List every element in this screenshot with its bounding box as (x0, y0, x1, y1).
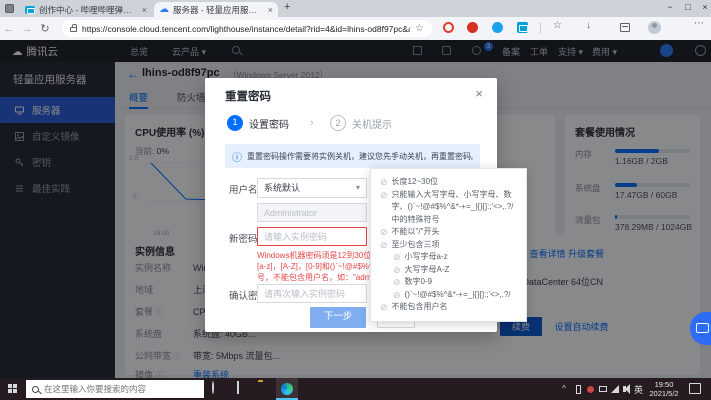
tencent-console: ☁ 腾讯云 总览 云产品 ▾ 3 备案 工单 支持 ▾ 费用 ▾ 轻量应用服务器 … (0, 40, 711, 380)
extension-bilibili-icon[interactable] (517, 22, 528, 33)
step-shutdown-notice: 2 关机提示 (330, 115, 392, 131)
extension-blue-icon[interactable] (492, 22, 503, 33)
step2-number: 2 (330, 115, 346, 131)
bilibili-favicon-icon (25, 5, 35, 14)
window-close-button[interactable]: × (697, 0, 711, 16)
chevron-down-icon: ▾ (355, 183, 360, 192)
step1-label: 设置密码 (249, 119, 289, 131)
step-set-password: 1 设置密码 (227, 115, 289, 131)
tab-close-icon[interactable]: × (268, 5, 273, 15)
cloud-favicon-icon: ☁ (159, 3, 169, 15)
circle-slash-icon: ⊘ (380, 227, 388, 237)
back-icon[interactable]: ← (0, 23, 18, 35)
shutdown-alert: ⓘ 重置密码操作需要将实例关机，建议您先手动关机，再重置密码。 (225, 144, 480, 168)
username-label: 用户名 (229, 185, 258, 196)
browser-tabstrip: 创作中心 - 哔哩哔哩弹幕视频网 × ☁ 服务器 - 轻量应用服务器 - 控制台… (0, 0, 711, 17)
username-select[interactable]: 系统默认 ▾ (257, 178, 367, 198)
window-maximize-button[interactable]: □ (680, 0, 696, 16)
tab-title: 服务器 - 轻量应用服务器 - 控制台 (173, 4, 264, 15)
taskbar-search[interactable] (26, 380, 204, 398)
circle-slash-icon: ⊘ (380, 302, 388, 312)
time: 19:50 (654, 380, 674, 389)
circle-slash-icon: ⊘ (380, 177, 388, 187)
new-tab-button[interactable]: + (284, 1, 290, 13)
favorites-icon[interactable]: ☆ (553, 20, 562, 31)
rule-lowercase: ⊘ 小写字母a-z (393, 252, 448, 262)
step1-number: 1 (227, 115, 243, 131)
circle-slash-icon: ⊘ (393, 289, 401, 300)
toolbar-divider (540, 22, 541, 34)
bookmark-star-icon[interactable]: ☆ (415, 23, 424, 34)
downloads-icon[interactable]: ↓ (586, 20, 591, 31)
browser-addressbar: ← → ↻ https://console.cloud.tencent.com/… (0, 17, 711, 40)
cortana-icon[interactable] (212, 381, 214, 394)
browser-menu-icon[interactable]: ⋯ (694, 18, 704, 29)
rule-uppercase: ⊘ 大写字母A-Z (393, 264, 450, 275)
browser-profile-avatar[interactable] (648, 21, 661, 34)
start-button[interactable] (8, 384, 18, 394)
new-password-label: 新密码 (229, 234, 258, 245)
battery-icon[interactable] (576, 385, 581, 394)
window-minimize-button[interactable]: − (662, 0, 678, 16)
taskbar-search-input[interactable] (44, 384, 194, 394)
alert-text: 重置密码操作需要将实例关机，建议您先手动关机，再重置密码。 (247, 151, 473, 161)
circle-slash-icon: ⊘ (380, 189, 388, 200)
password-rules-tooltip: ⊘ 长度12~30位 ⊘ 只能输入大写字母、小写字母、数字、()`~!@#$%^&*… (370, 168, 527, 322)
network-icon[interactable] (611, 385, 619, 393)
tray-expand-icon[interactable]: ^ (562, 384, 566, 393)
clock[interactable]: 19:50 2021/5/2 (648, 380, 680, 398)
collections-icon[interactable] (620, 23, 630, 32)
forward-icon[interactable]: → (18, 23, 36, 35)
extension-opera-icon[interactable] (443, 22, 454, 33)
tab-close-icon[interactable]: × (142, 5, 147, 15)
step-arrow-icon: › (310, 117, 314, 129)
camera-icon[interactable] (599, 386, 607, 392)
next-step-button[interactable]: 下一步 (310, 307, 366, 328)
rule-no-slash: ⊘ 不能以"/"开头 (380, 227, 440, 237)
tab-title: 创作中心 - 哔哩哔哩弹幕视频网 (39, 4, 138, 15)
confirm-password-input[interactable] (257, 284, 367, 303)
rule-digits: ⊘ 数字0-9 (393, 277, 433, 287)
info-icon: ⓘ (232, 152, 242, 164)
modal-title: 重置密码 (225, 91, 271, 103)
rule-three-kinds: ⊘ 至少包含三项 (380, 239, 440, 250)
browser-tab-console[interactable]: ☁ 服务器 - 轻量应用服务器 - 控制台 × (154, 2, 278, 17)
circle-slash-icon: ⊘ (393, 264, 401, 275)
circle-slash-icon: ⊘ (393, 277, 401, 287)
site-security-icon[interactable] (70, 24, 77, 32)
circle-slash-icon: ⊘ (393, 252, 401, 262)
search-icon (32, 385, 39, 393)
tray-app-icon[interactable] (587, 386, 594, 393)
action-center-icon[interactable] (689, 383, 701, 394)
volume-icon[interactable] (623, 384, 630, 394)
task-view-icon[interactable] (237, 381, 239, 394)
rule-no-username: ⊘ 不能包含用户名 (380, 302, 448, 312)
fixed-username-input (257, 203, 367, 222)
date: 2021/5/2 (649, 389, 679, 398)
rule-charset: ⊘ 只能输入大写字母、小写字母、数字、()`~!@#$%^&*-+=_|{}[]:… (380, 189, 517, 227)
rule-specials: ⊘ ()`~!@#$%^&*-+=_|{}[]:;'<>,.?/ (393, 289, 511, 300)
step2-label: 关机提示 (352, 119, 392, 131)
url-text[interactable]: https://console.cloud.tencent.com/lighth… (82, 24, 410, 34)
refresh-icon[interactable]: ↻ (36, 22, 54, 35)
tab-actions-icon[interactable] (5, 4, 14, 13)
edge-taskbar-button[interactable] (276, 378, 298, 400)
windows-taskbar: ^ 英 19:50 2021/5/2 (0, 378, 711, 400)
rule-length: ⊘ 长度12~30位 (380, 177, 439, 187)
extension-red-icon[interactable] (467, 22, 478, 33)
input-language-indicator[interactable]: 英 (634, 383, 643, 396)
modal-close-icon[interactable]: × (475, 86, 483, 101)
url-input[interactable]: https://console.cloud.tencent.com/lighth… (62, 20, 432, 37)
new-password-input[interactable] (257, 227, 367, 246)
circle-slash-icon: ⊘ (380, 239, 388, 250)
browser-tab-bilibili[interactable]: 创作中心 - 哔哩哔哩弹幕视频网 × (20, 2, 152, 17)
edge-icon (281, 383, 293, 395)
